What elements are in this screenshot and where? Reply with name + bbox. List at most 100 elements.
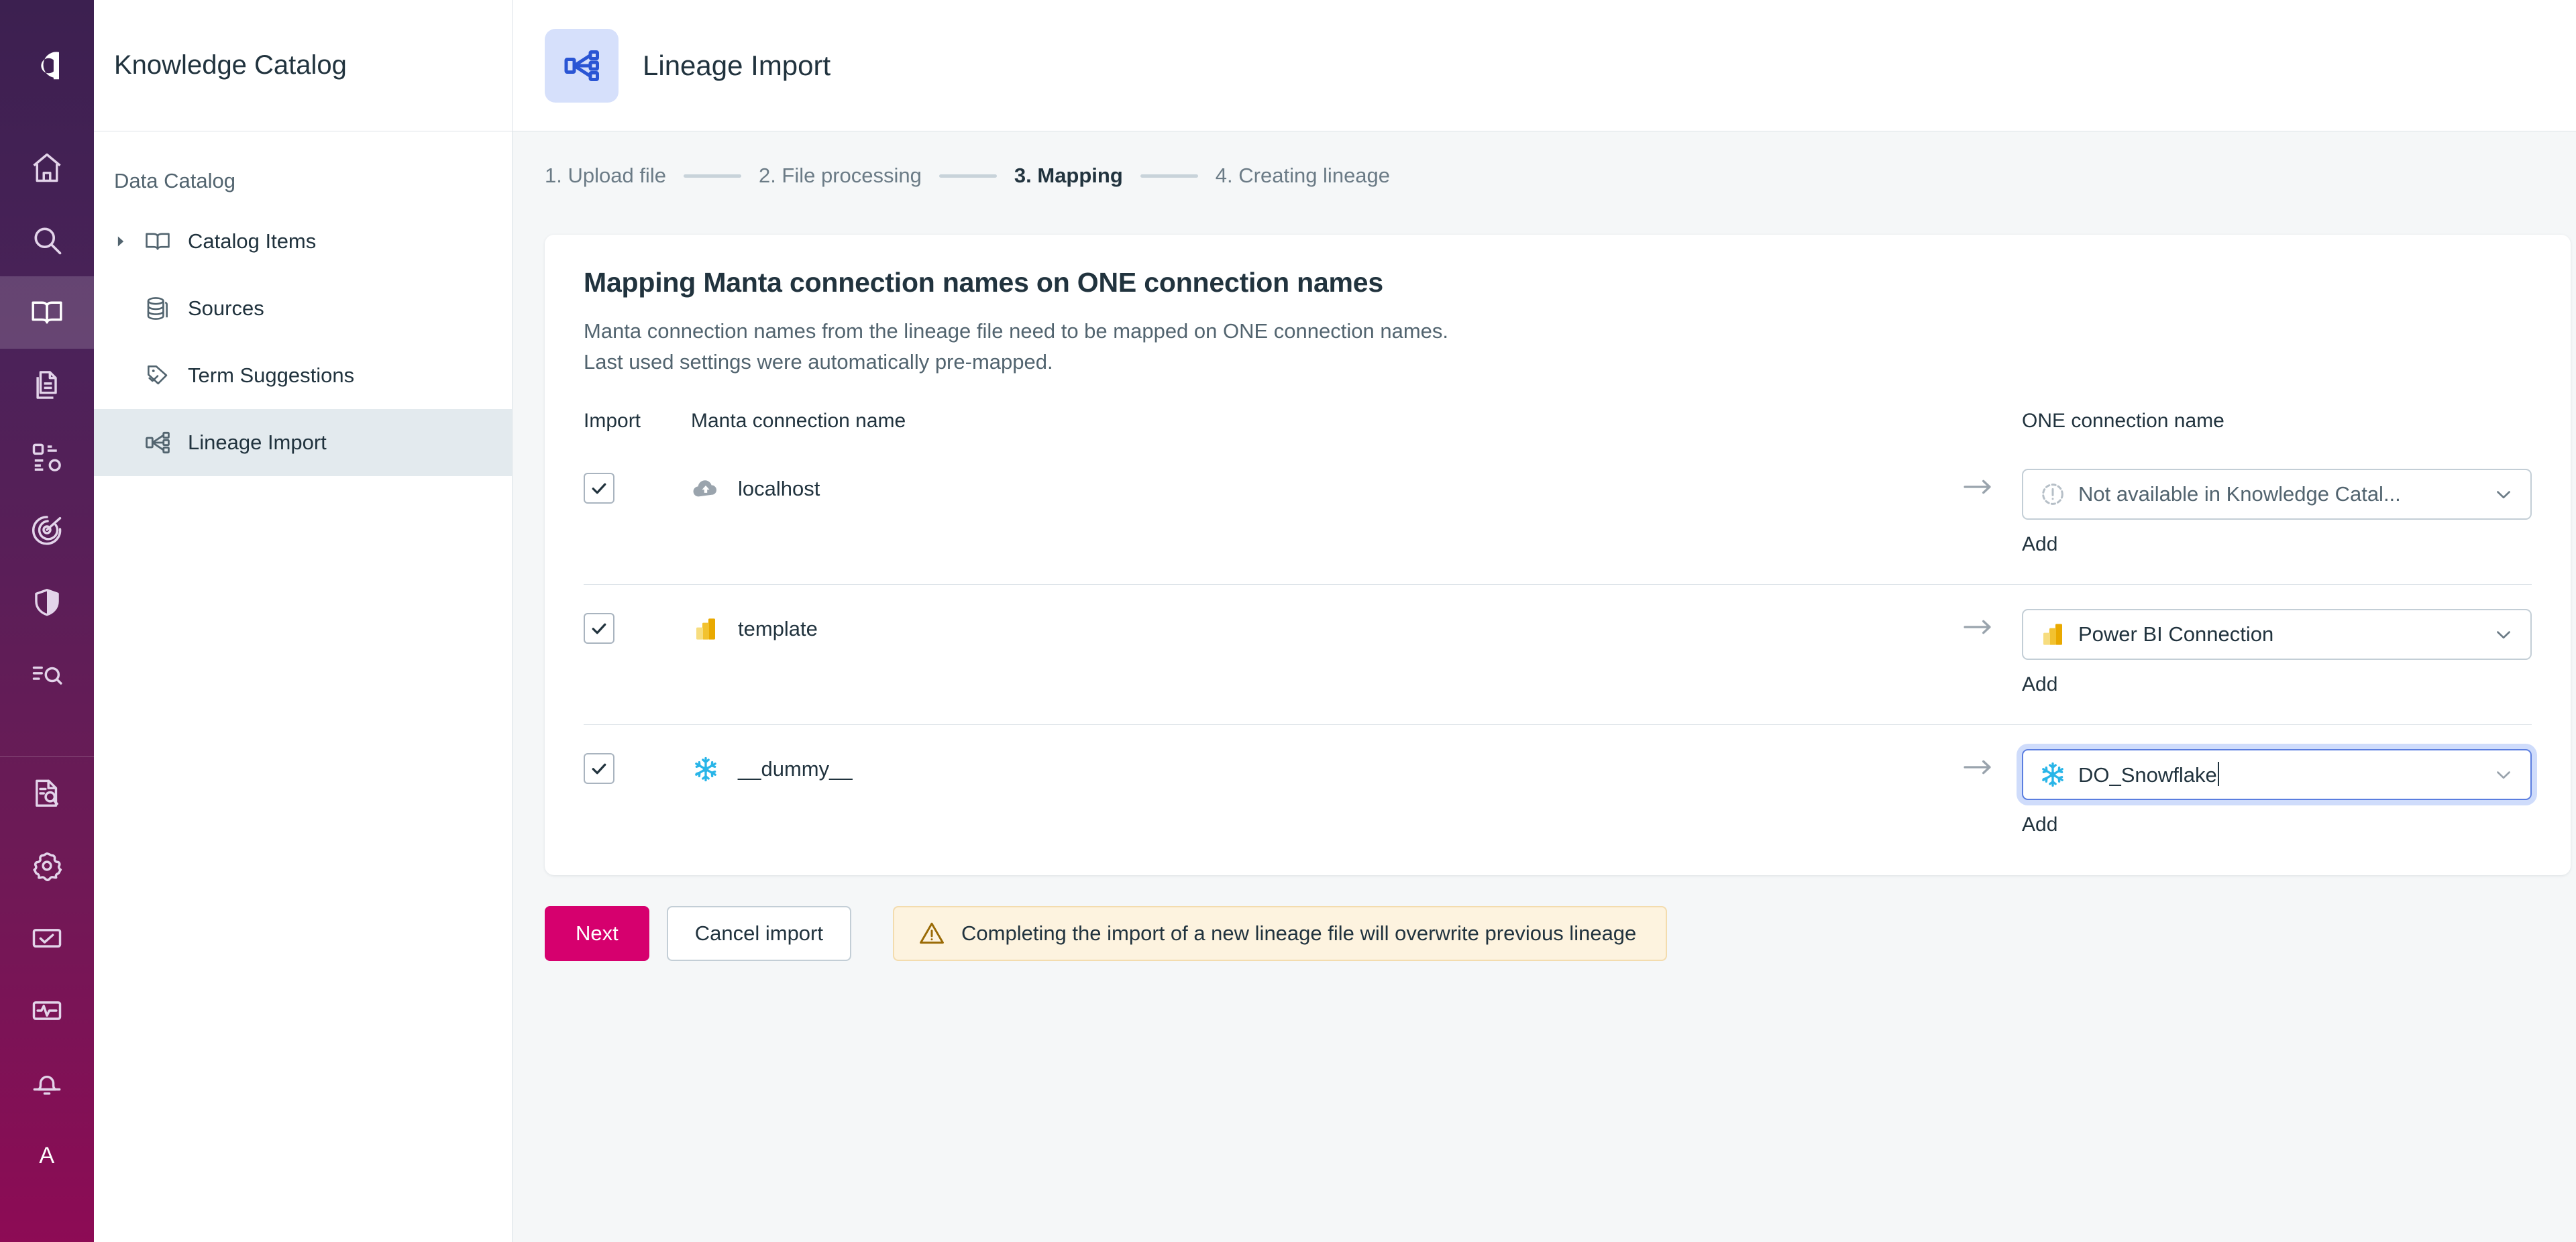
table-header-row: Import Manta connection name ONE connect… [584, 410, 2532, 445]
one-connection-input[interactable]: DO_Snowflake [2078, 761, 2479, 787]
search-icon [30, 223, 64, 258]
one-connection-cell: Power BI Connection Add [2022, 608, 2532, 696]
model-icon [30, 440, 64, 475]
main-area: Lineage Import 1. Upload file 2. File pr… [513, 0, 2576, 1242]
add-connection-link[interactable]: Add [2022, 813, 2532, 836]
one-connection-value: Power BI Connection [2078, 622, 2274, 646]
page-header: Lineage Import [513, 0, 2576, 131]
app-logo[interactable] [0, 0, 94, 131]
documents-icon [30, 368, 64, 402]
step-creating-lineage[interactable]: 4. Creating lineage [1216, 164, 1390, 188]
mapping-arrow-cell [1935, 749, 2022, 789]
step-upload-file[interactable]: 1. Upload file [545, 164, 666, 188]
table-row: localhost Not available in Knowledge Cat… [584, 445, 2532, 584]
sidebar-item-label: Term Suggestions [188, 363, 355, 387]
home-icon [30, 150, 64, 185]
add-connection-link[interactable]: Add [2022, 533, 2532, 556]
add-connection-link[interactable]: Add [2022, 673, 2532, 696]
powerbi-icon [2038, 620, 2068, 649]
secondary-sidebar: Knowledge Catalog Data Catalog Catalog I… [94, 0, 513, 1242]
one-connection-select[interactable]: DO_Snowflake [2022, 748, 2532, 800]
one-connection-select[interactable]: Not available in Knowledge Catal... [2022, 468, 2532, 520]
snowflake-icon [691, 754, 720, 784]
column-header-import: Import [584, 409, 641, 432]
bell-icon [30, 1066, 64, 1100]
rail-item-documents[interactable] [0, 349, 94, 421]
card-description-line1: Manta connection names from the lineage … [584, 319, 1449, 343]
arrow-right-icon [1963, 477, 1994, 500]
rail-item-file-search[interactable] [0, 757, 94, 830]
one-connection-select[interactable]: Power BI Connection [2022, 608, 2532, 660]
sidebar-item-lineage-import[interactable]: Lineage Import [94, 409, 512, 476]
chevron-right-icon[interactable] [114, 235, 144, 248]
rail-bottom-list: A [0, 757, 94, 1192]
next-button[interactable]: Next [545, 905, 649, 961]
step-file-processing[interactable]: 2. File processing [759, 164, 922, 188]
avatar-letter: A [39, 1142, 55, 1168]
avatar[interactable]: A [0, 1119, 94, 1192]
action-bar: Next Cancel import Completing the import… [545, 875, 2477, 961]
monitor-icon [30, 993, 64, 1028]
database-icon [144, 294, 188, 323]
rail-item-data-model[interactable] [0, 421, 94, 494]
lineage-icon [545, 28, 619, 103]
step-connector [938, 174, 997, 178]
table-row: __dummy__ DO_Snowflake Add [584, 724, 2532, 836]
app-root: A Knowledge Catalog Data Catalog Catalog… [0, 0, 2576, 1242]
column-header-manta: Manta connection name [691, 409, 906, 432]
sidebar-item-sources[interactable]: Sources [94, 275, 512, 342]
manta-cell: template [691, 609, 1935, 649]
rail-item-rules[interactable] [0, 638, 94, 711]
import-checkbox[interactable] [584, 612, 614, 644]
import-checkbox[interactable] [584, 472, 614, 504]
mapping-table: Import Manta connection name ONE connect… [584, 410, 2532, 836]
page-content: Mapping Manta connection names on ONE co… [513, 220, 2576, 1242]
sidebar-section-label: Data Catalog [114, 169, 235, 192]
rail-item-home[interactable] [0, 131, 94, 204]
one-connection-cell: DO_Snowflake Add [2022, 748, 2532, 836]
lineage-icon [144, 429, 188, 457]
chevron-down-icon[interactable] [2490, 483, 2517, 506]
rail-item-quality[interactable] [0, 494, 94, 566]
import-cell [584, 749, 691, 784]
one-connection-value: DO_Snowflake [2078, 763, 2217, 787]
step-mapping[interactable]: 3. Mapping [1014, 164, 1123, 188]
rail-item-settings[interactable] [0, 830, 94, 902]
warning-triangle-icon [917, 919, 947, 948]
sidebar-item-term-suggestions[interactable]: Term Suggestions [94, 342, 512, 409]
page-title: Lineage Import [643, 49, 831, 81]
one-connection-cell: Not available in Knowledge Catal... Add [2022, 468, 2532, 556]
manta-connection-name: template [738, 616, 818, 640]
step-connector [1140, 174, 1198, 178]
snowflake-icon [2038, 760, 2068, 789]
manta-connection-name: __dummy__ [738, 756, 853, 781]
mapping-card: Mapping Manta connection names on ONE co… [545, 235, 2571, 875]
gear-icon [30, 848, 64, 883]
cancel-import-button[interactable]: Cancel import [666, 905, 851, 961]
warning-text: Completing the import of a new lineage f… [961, 921, 1637, 945]
sidebar-item-catalog-items[interactable]: Catalog Items [94, 208, 512, 275]
target-icon [30, 512, 64, 547]
rail-item-tasks[interactable] [0, 902, 94, 974]
sidebar-item-label: Lineage Import [188, 431, 327, 454]
rail-item-monitoring[interactable] [0, 974, 94, 1047]
step-connector [683, 174, 741, 178]
rail-item-search[interactable] [0, 204, 94, 276]
file-search-icon [30, 776, 64, 811]
primary-nav-rail: A [0, 0, 94, 1242]
rail-item-notifications[interactable] [0, 1047, 94, 1119]
rules-icon [30, 657, 64, 692]
card-description: Manta connection names from the lineage … [584, 316, 2532, 378]
manta-cell: __dummy__ [691, 749, 1935, 789]
column-header-one: ONE connection name [2022, 409, 2224, 432]
rail-item-governance[interactable] [0, 566, 94, 638]
chevron-down-icon[interactable] [2490, 623, 2517, 646]
rail-item-knowledge-catalog[interactable] [0, 276, 94, 349]
not-available-icon [2038, 479, 2068, 509]
sidebar-title: Knowledge Catalog [114, 50, 347, 80]
chevron-down-icon[interactable] [2490, 763, 2517, 786]
import-checkbox[interactable] [584, 752, 614, 784]
import-cell [584, 469, 691, 504]
cloud-icon [691, 474, 720, 504]
shield-icon [30, 585, 64, 620]
